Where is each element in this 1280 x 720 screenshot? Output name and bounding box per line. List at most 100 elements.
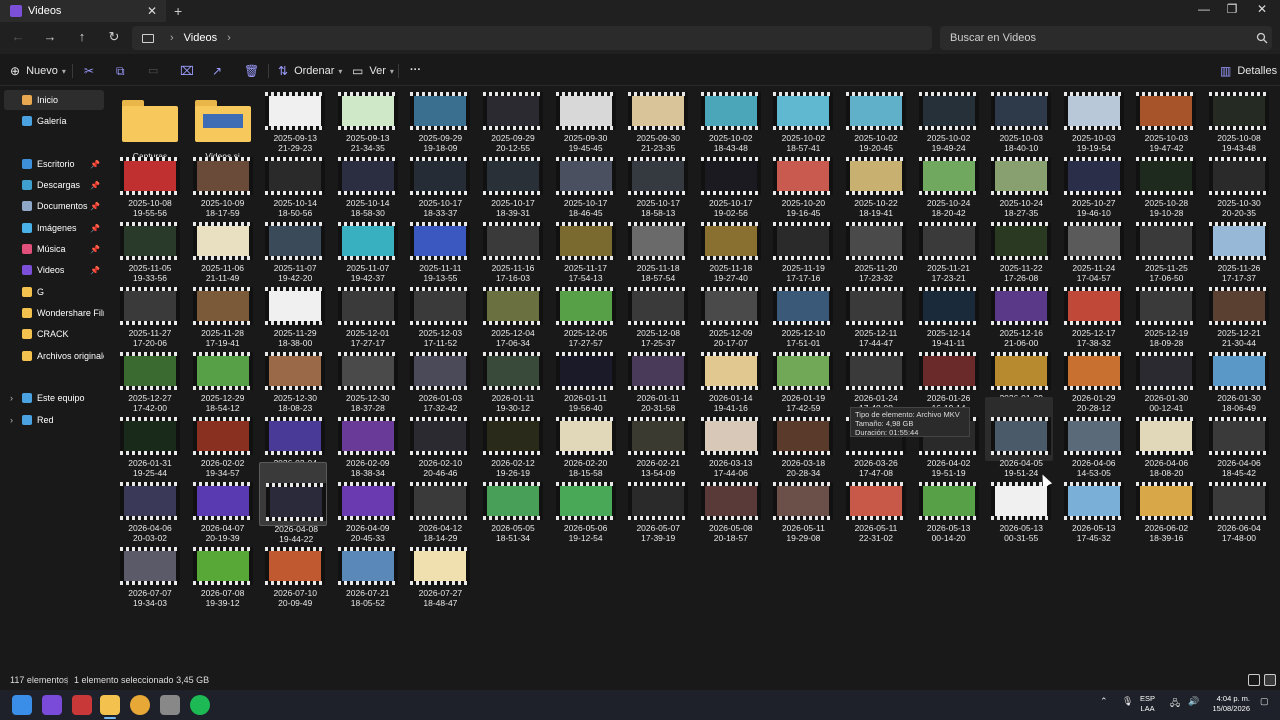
video-file-item[interactable]: 2026-07-08 19-39-12 xyxy=(187,527,255,608)
video-file-item[interactable]: 2025-10-24 18-27-35 xyxy=(985,137,1053,218)
chevron-right-icon[interactable]: › xyxy=(227,32,231,44)
search-icon[interactable] xyxy=(1252,32,1272,44)
video-file-item[interactable]: 2026-05-13 00-14-20 xyxy=(913,462,981,543)
video-file-item[interactable]: 2025-10-03 19-19-54 xyxy=(1058,72,1126,153)
video-file-item[interactable]: 2025-12-16 21-06-00 xyxy=(985,267,1053,348)
video-file-item[interactable]: 2025-10-24 18-20-42 xyxy=(913,137,981,218)
video-file-item[interactable]: 2025-12-11 17-44-47 xyxy=(840,267,908,348)
video-file-item[interactable]: 2026-02-10 20-46-46 xyxy=(404,397,472,478)
rename-icon[interactable]: ⌧ xyxy=(180,64,194,78)
video-file-item[interactable]: 2026-01-2417-48-08 xyxy=(840,332,908,413)
video-file-item[interactable]: 2025-09-30 19-45-45 xyxy=(550,72,618,153)
video-file-item[interactable]: 2025-10-20 19-16-45 xyxy=(767,137,835,218)
video-file-item[interactable]: 2025-12-09 20-17-07 xyxy=(695,267,763,348)
video-file-item[interactable]: 2025-12-14 19-41-11 xyxy=(913,267,981,348)
video-file-item[interactable]: 2026-05-05 18-51-34 xyxy=(477,462,545,543)
video-file-item[interactable]: 2026-01-2616-19-14 xyxy=(913,332,981,413)
volume-icon[interactable]: 🔊 xyxy=(1188,696,1199,707)
video-file-item[interactable]: 2025-10-22 18-19-41 xyxy=(840,137,908,218)
video-file-item[interactable]: 2026-04-06 18-08-20 xyxy=(1130,397,1198,478)
video-file-item[interactable]: 2025-12-04 17-06-34 xyxy=(477,267,545,348)
video-file-item[interactable]: 2025-12-17 17-38-32 xyxy=(1058,267,1126,348)
video-file-item[interactable]: 2025-11-17 17-54-13 xyxy=(550,202,618,283)
video-file-item[interactable]: 2025-10-28 19-10-28 xyxy=(1130,137,1198,218)
video-file-item[interactable]: 2025-10-03 19-47-42 xyxy=(1130,72,1198,153)
video-file-item[interactable]: 2026-02-12 19-26-19 xyxy=(477,397,545,478)
video-file-item[interactable]: 2026-01-11 19-56-40 xyxy=(550,332,618,413)
video-file-item[interactable]: 2025-12-03 17-11-52 xyxy=(404,267,472,348)
tab-videos[interactable]: Videos ✕ xyxy=(0,0,166,22)
chevron-right-icon[interactable]: › xyxy=(10,393,13,403)
video-file-item[interactable]: 2025-11-20 17-23-32 xyxy=(840,202,908,283)
video-file-item[interactable]: 2025-11-06 21-11-49 xyxy=(187,202,255,283)
video-file-item[interactable]: 2025-12-05 17-27-57 xyxy=(550,267,618,348)
video-file-item[interactable]: 2026-01-11 20-31-58 xyxy=(622,332,690,413)
video-file-item[interactable]: 2025-12-08 17-25-37 xyxy=(622,267,690,348)
video-file-item[interactable]: 2026-04-06 20-03-02 xyxy=(114,462,182,543)
video-file-item[interactable]: 2026-04-06 14-53-05 xyxy=(1058,397,1126,478)
language-indicator[interactable]: ESP LAA xyxy=(1140,694,1155,714)
video-file-item[interactable]: 2025-10-03 18-40-10 xyxy=(985,72,1053,153)
video-file-item[interactable]: 2025-12-01 17-27-17 xyxy=(332,267,400,348)
search-input[interactable]: Buscar en Videos xyxy=(950,32,1252,44)
forward-button[interactable]: → xyxy=(40,29,60,44)
sidebar-item[interactable]: Galería xyxy=(4,111,104,131)
up-button[interactable]: ↑ xyxy=(72,29,92,44)
chevron-right-icon[interactable]: › xyxy=(10,415,13,425)
video-file-item[interactable]: 2025-11-18 18-57-54 xyxy=(622,202,690,283)
video-file-item[interactable]: 2026-01-11 19-30-12 xyxy=(477,332,545,413)
microphone-icon[interactable]: 🎙 xyxy=(1122,696,1133,707)
video-file-item[interactable]: 2025-11-25 17-06-50 xyxy=(1130,202,1198,283)
video-file-item[interactable]: 2026-01-30 18-06-49 xyxy=(1203,332,1271,413)
video-file-item[interactable]: 2025-09-29 19-18-09 xyxy=(404,72,472,153)
video-file-item[interactable]: 2025-09-29 20-12-55 xyxy=(477,72,545,153)
video-file-item[interactable]: 2025-11-27 17-20-06 xyxy=(114,267,182,348)
video-file-item[interactable]: 2026-02-02 19-34-57 xyxy=(187,397,255,478)
chrome-icon[interactable] xyxy=(130,695,150,715)
video-file-item[interactable]: 2025-12-30 18-37-28 xyxy=(332,332,400,413)
spotify-icon[interactable] xyxy=(190,695,210,715)
chevron-up-icon[interactable]: ⌃ xyxy=(1100,696,1108,707)
video-file-item[interactable]: 2025-12-19 18-09-28 xyxy=(1130,267,1198,348)
video-file-item[interactable]: 2026-05-06 19-12-54 xyxy=(550,462,618,543)
video-file-item[interactable]: 2026-04-05 19-51-24 xyxy=(985,397,1054,478)
video-file-item[interactable]: 2026-01-2919-39-08 xyxy=(985,332,1053,413)
video-file-item[interactable]: 2026-07-27 18-48-47 xyxy=(404,527,472,608)
video-file-item[interactable]: 2026-03-13 17-44-06 xyxy=(695,397,763,478)
video-file-item[interactable]: 2026-07-10 20-09-49 xyxy=(259,527,327,608)
windows-start-icon[interactable] xyxy=(12,695,32,715)
video-file-item[interactable]: 2026-04-08 19-44-22 xyxy=(259,462,328,544)
video-file-item[interactable]: 2026-04-12 18-14-29 xyxy=(404,462,472,543)
new-tab-button[interactable]: + xyxy=(174,3,182,19)
video-file-item[interactable]: 2025-12-21 21-30-44 xyxy=(1203,267,1271,348)
video-file-item[interactable]: 2026-05-07 17-39-19 xyxy=(622,462,690,543)
sidebar-item[interactable]: G xyxy=(4,282,104,302)
video-file-item[interactable]: 2026-02-20 18-15-58 xyxy=(550,397,618,478)
video-file-item[interactable]: 2026-05-13 00-31-55 xyxy=(985,462,1053,543)
app-icon[interactable] xyxy=(42,695,62,715)
video-file-item[interactable]: 2025-11-28 17-19-41 xyxy=(187,267,255,348)
video-file-item[interactable]: 2026-04-06 18-45-42 xyxy=(1203,397,1271,478)
new-button[interactable]: ⊕ Nuevo ▾ xyxy=(10,64,66,78)
video-file-item[interactable]: 2026-02-21 13-54-09 xyxy=(622,397,690,478)
app-icon[interactable] xyxy=(160,695,180,715)
search-box[interactable]: Buscar en Videos xyxy=(940,26,1272,50)
file-explorer-icon[interactable] xyxy=(100,695,120,715)
video-file-item[interactable]: 2025-10-08 19-43-48 xyxy=(1203,72,1271,153)
video-file-item[interactable]: 2025-11-16 17-16-03 xyxy=(477,202,545,283)
video-file-item[interactable]: 2025-10-17 18-46-45 xyxy=(550,137,618,218)
video-file-item[interactable]: 2025-12-30 18-08-23 xyxy=(259,332,327,413)
video-file-item[interactable]: 2025-09-13 21-29-23 xyxy=(259,72,327,153)
video-file-item[interactable]: 2025-11-07 19-42-37 xyxy=(332,202,400,283)
video-file-item[interactable]: 2025-10-02 18-43-48 xyxy=(695,72,763,153)
sidebar-item[interactable]: › Red xyxy=(4,410,104,430)
sidebar-item[interactable]: Escritorio 📌 xyxy=(4,154,104,174)
notifications-icon[interactable]: ▢ xyxy=(1260,696,1269,707)
video-file-item[interactable]: 2025-12-27 17-42-00 xyxy=(114,332,182,413)
video-file-item[interactable]: 2026-01-29 20-28-12 xyxy=(1058,332,1126,413)
video-file-item[interactable]: 2026-05-08 20-18-57 xyxy=(695,462,763,543)
video-file-item[interactable]: 2026-03-18 20-28-34 xyxy=(767,397,835,478)
video-file-item[interactable]: 2025-12-10 17-51-01 xyxy=(767,267,835,348)
video-file-item[interactable]: 2025-10-02 19-49-24 xyxy=(913,72,981,153)
video-file-item[interactable]: 2026-05-13 17-45-32 xyxy=(1058,462,1126,543)
